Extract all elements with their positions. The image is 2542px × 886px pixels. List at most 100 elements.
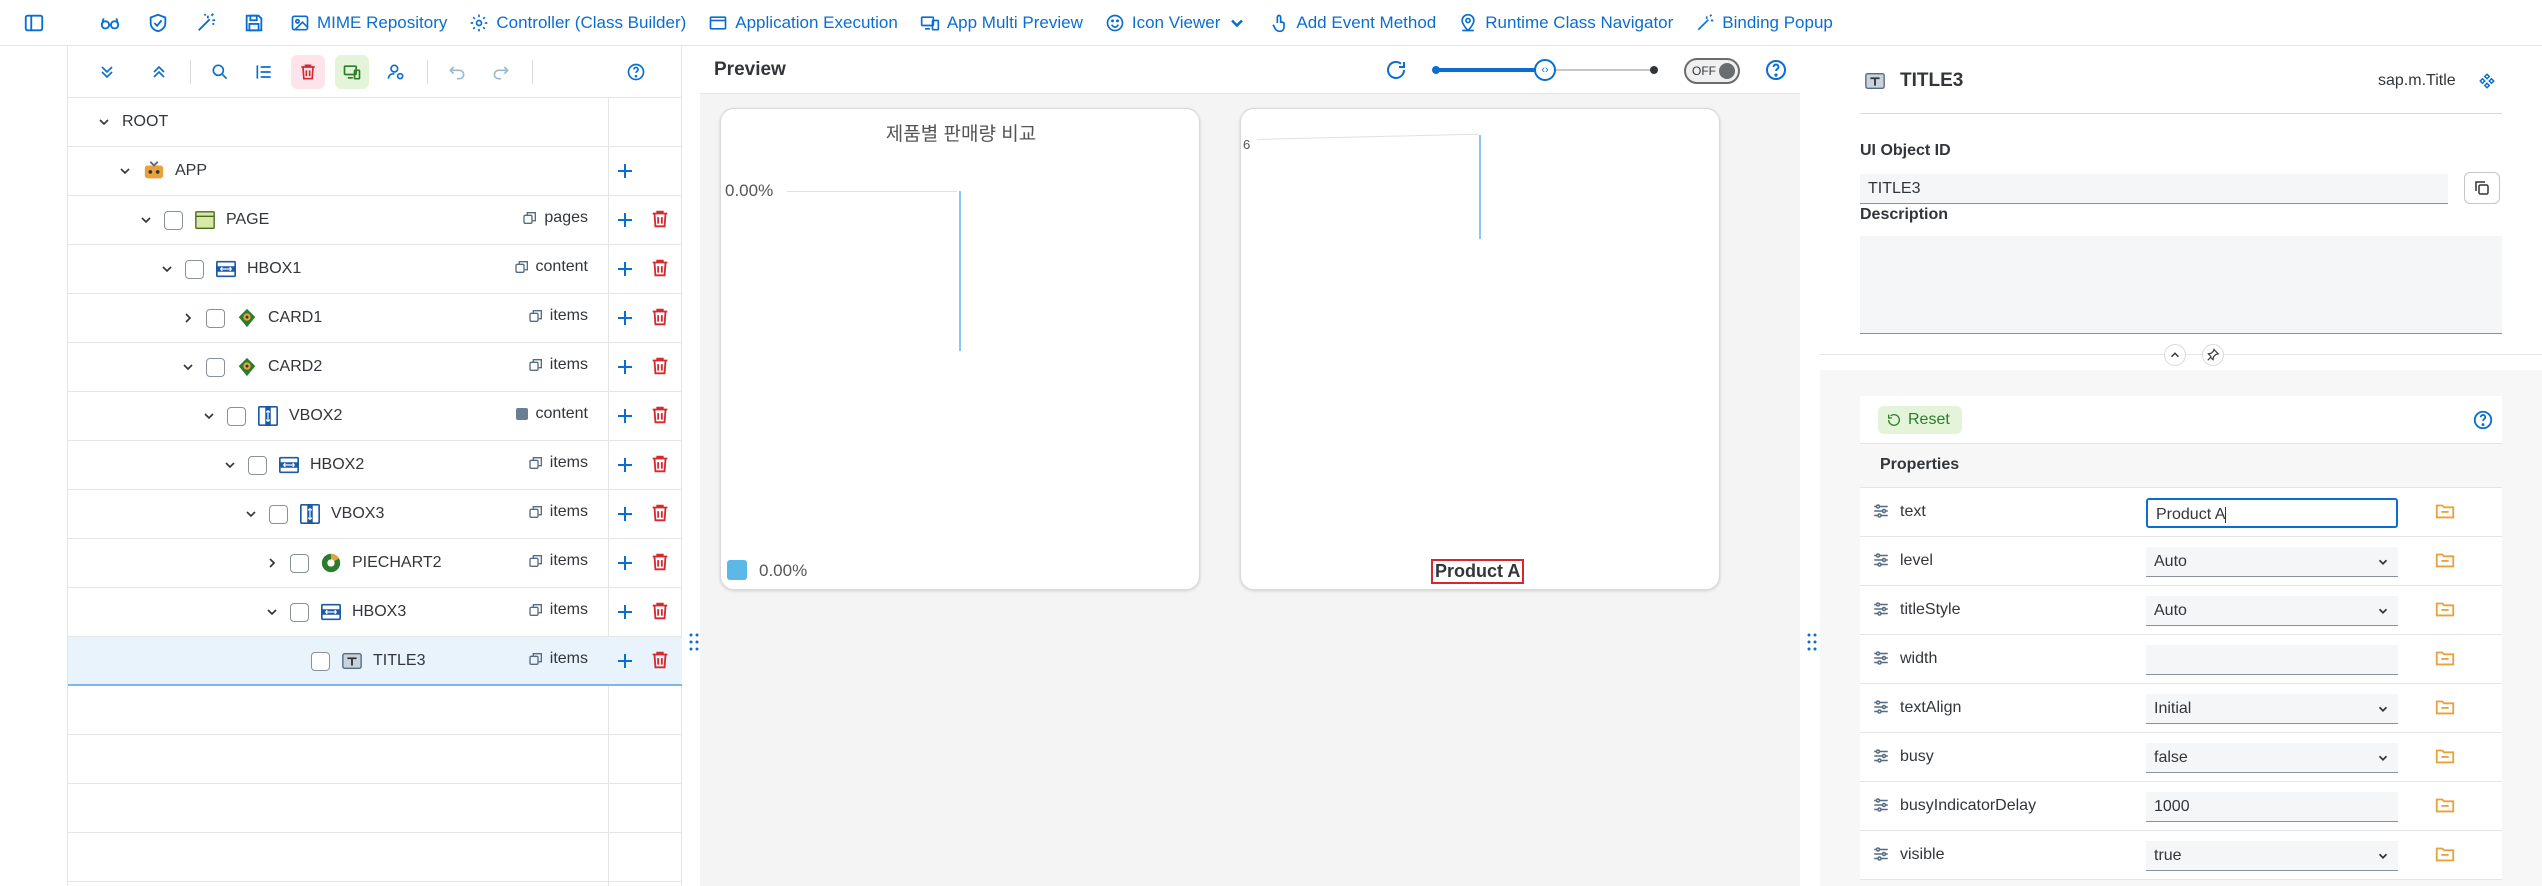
toolbar-mime-repository-button[interactable]: MIME Repository [290,13,447,33]
delete-node-icon[interactable] [649,502,673,526]
navigate-class-icon[interactable] [2478,72,2496,90]
chevron-down-icon[interactable] [2376,555,2390,569]
delete-node-icon[interactable] [649,257,673,281]
right-splitter-handle[interactable] [1806,632,1818,652]
selected-title-product-a[interactable]: Product A [1431,559,1525,584]
node-checkbox[interactable] [164,211,183,230]
tree-node-page[interactable]: PAGE pages [68,196,682,245]
aggregation-link[interactable]: items [528,650,588,668]
add-child-icon[interactable] [613,600,637,624]
delete-node-icon[interactable] [649,306,673,330]
node-checkbox[interactable] [290,603,309,622]
chevron-right-icon[interactable] [264,555,280,571]
add-child-icon[interactable] [613,551,637,575]
property-input-text[interactable]: Product A [2146,498,2398,528]
aggregation-link[interactable]: items [528,356,588,374]
preview-toggle[interactable]: OFF [1684,58,1740,84]
node-checkbox[interactable] [227,407,246,426]
property-settings-icon[interactable] [1872,649,1890,667]
chevron-down-icon[interactable] [159,261,175,277]
add-child-icon[interactable] [613,649,637,673]
aggregation-link[interactable]: items [528,552,588,570]
property-settings-icon[interactable] [1872,747,1890,765]
glasses-icon[interactable] [96,9,124,37]
reset-button[interactable]: Reset [1878,406,1962,434]
chevron-down-icon[interactable] [264,604,280,620]
tree-node-hbox3[interactable]: HBOX3 items [68,588,682,637]
ui-object-id-field[interactable]: TITLE3 [1860,174,2448,204]
add-child-icon[interactable] [613,306,637,330]
binding-folder-icon[interactable] [2434,745,2456,767]
toolbar-app-multi-preview-button[interactable]: App Multi Preview [920,13,1083,33]
magic-wand-icon[interactable] [192,9,220,37]
property-select-titlestyle[interactable]: Auto [2146,596,2398,626]
collapse-up-icon[interactable] [2164,344,2186,366]
help-icon[interactable] [619,55,653,89]
chevron-down-icon[interactable] [180,359,196,375]
chevron-down-icon[interactable] [138,212,154,228]
node-checkbox[interactable] [269,505,288,524]
property-select-busy[interactable]: false [2146,743,2398,773]
undo-icon[interactable] [440,55,474,89]
tree-node-hbox1[interactable]: HBOX1 content [68,245,682,294]
delete-node-icon[interactable] [649,208,673,232]
aggregation-link[interactable]: items [528,307,588,325]
tree-node-vbox2[interactable]: VBOX2 content [68,392,682,441]
delete-node-icon[interactable] [649,551,673,575]
chevron-down-icon[interactable] [2376,604,2390,618]
properties-help-icon[interactable] [2472,409,2494,431]
user-settings-icon[interactable] [379,55,413,89]
property-settings-icon[interactable] [1872,796,1890,814]
add-child-icon[interactable] [613,453,637,477]
binding-folder-icon[interactable] [2434,647,2456,669]
shield-check-icon[interactable] [144,9,172,37]
node-checkbox[interactable] [185,260,204,279]
chevron-down-icon[interactable] [243,506,259,522]
toolbar-application-execution-button[interactable]: Application Execution [708,13,898,33]
node-checkbox[interactable] [248,456,267,475]
binding-folder-icon[interactable] [2434,549,2456,571]
property-input-busyindicatordelay[interactable]: 1000 [2146,792,2398,822]
property-settings-icon[interactable] [1872,600,1890,618]
copy-id-button[interactable] [2464,172,2500,204]
property-settings-icon[interactable] [1872,845,1890,863]
node-checkbox[interactable] [206,358,225,377]
zoom-slider[interactable]: ‹› [1432,59,1658,81]
property-select-level[interactable]: Auto [2146,547,2398,577]
binding-folder-icon[interactable] [2434,794,2456,816]
refresh-icon[interactable] [1384,58,1408,82]
tree-node-title3[interactable]: TITLE3 items [68,637,682,686]
binding-folder-icon[interactable] [2434,696,2456,718]
chevron-down-icon[interactable] [1227,13,1247,33]
sidebar-toggle-icon[interactable] [20,9,48,37]
node-checkbox[interactable] [290,554,309,573]
tree-node-app[interactable]: APP [68,147,682,196]
add-child-icon[interactable] [613,159,637,183]
delete-node-icon[interactable] [649,453,673,477]
left-splitter-handle[interactable] [688,632,700,652]
delete-node-icon[interactable] [649,355,673,379]
property-settings-icon[interactable] [1872,502,1890,520]
add-child-icon[interactable] [613,502,637,526]
chevron-down-icon[interactable] [2376,751,2390,765]
chevron-down-icon[interactable] [2376,702,2390,716]
device-preview-icon[interactable] [335,54,369,89]
add-child-icon[interactable] [613,257,637,281]
preview-help-icon[interactable] [1764,58,1788,82]
delete-node-icon[interactable] [649,600,673,624]
delete-all-icon[interactable] [291,54,325,89]
tree-node-card1[interactable]: CARD1 items [68,294,682,343]
aggregation-link[interactable]: content [514,258,588,276]
search-icon[interactable] [203,55,237,89]
node-checkbox[interactable] [311,652,330,671]
add-child-icon[interactable] [613,355,637,379]
toolbar-icon-viewer-button[interactable]: Icon Viewer [1105,13,1248,33]
tree-node-root[interactable]: ROOT [68,98,682,147]
delete-node-icon[interactable] [649,649,673,673]
aggregation-link[interactable]: content [514,405,588,423]
slider-handle[interactable]: ‹› [1534,59,1556,81]
add-child-icon[interactable] [613,404,637,428]
property-select-visible[interactable]: true [2146,841,2398,871]
card2-preview[interactable]: 6 Product A [1240,108,1720,590]
delete-node-icon[interactable] [649,404,673,428]
